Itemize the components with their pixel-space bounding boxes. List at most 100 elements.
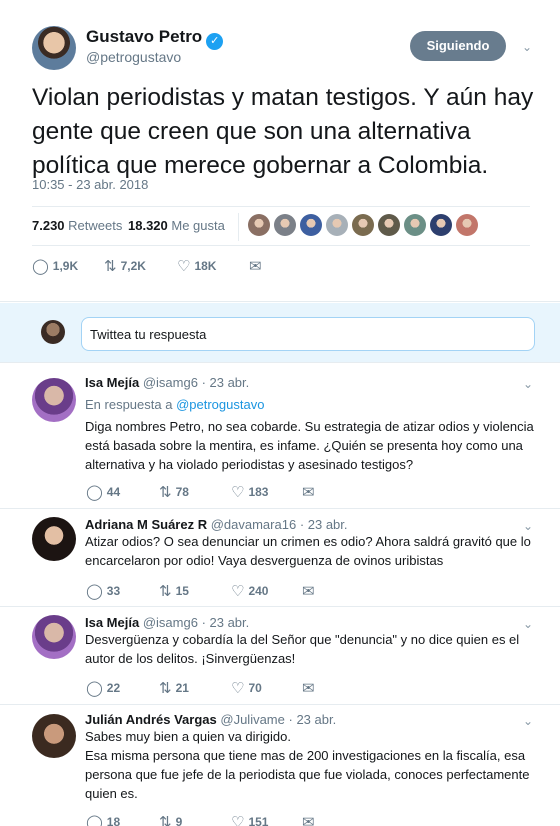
like-button[interactable]: ♡ 183 <box>231 483 268 501</box>
envelope-icon: ✉ <box>249 258 262 275</box>
liker-avatar[interactable] <box>404 214 426 236</box>
author-name-text[interactable]: Gustavo Petro <box>86 27 202 46</box>
avatar[interactable] <box>32 26 76 70</box>
following-button[interactable]: Siguiendo <box>410 31 506 61</box>
reply-text-line: Sabes muy bien a quien va dirigido. <box>85 729 291 744</box>
reply-icon: ◯ <box>86 814 103 826</box>
heart-icon: ♡ <box>231 814 245 826</box>
liker-avatar[interactable] <box>352 214 374 236</box>
retweet-button[interactable]: ⇅ 7,2K <box>104 257 146 275</box>
reply-tweet[interactable]: Adriana M Suárez R @davamara16 · 23 abr.… <box>0 509 560 607</box>
liker-avatar[interactable] <box>430 214 452 236</box>
liker-avatar[interactable] <box>274 214 296 236</box>
dm-button[interactable]: ✉ <box>302 813 319 826</box>
retweet-count: 9 <box>175 815 183 826</box>
reply-text: Diga nombres Petro, no sea cobarde. Su e… <box>85 419 534 472</box>
reply-button[interactable]: ◯ 22 <box>86 679 120 697</box>
reply-context-link[interactable]: @petrogustavo <box>176 397 264 412</box>
reply-header: Isa Mejía @isamg6 · 23 abr. <box>85 375 249 390</box>
like-count: 70 <box>248 681 262 695</box>
like-button[interactable]: ♡ 18K <box>177 257 216 275</box>
dm-button[interactable]: ✉ <box>249 257 266 275</box>
chevron-down-icon[interactable]: ⌄ <box>523 519 533 533</box>
chevron-down-icon[interactable]: ⌄ <box>523 377 533 391</box>
reply-header: Adriana M Suárez R @davamara16 · 23 abr. <box>85 517 348 532</box>
reply-count: 44 <box>106 485 121 499</box>
retweet-icon: ⇅ <box>159 484 172 501</box>
retweet-icon: ⇅ <box>104 258 117 275</box>
reply-icon: ◯ <box>32 258 49 275</box>
retweet-button[interactable]: ⇅ 78 <box>159 483 189 501</box>
like-count: 18K <box>194 259 217 273</box>
liker-avatar[interactable] <box>248 214 270 236</box>
likes-stat[interactable]: 18.320 Me gusta <box>128 218 225 233</box>
reply-button[interactable]: ◯ 1,9K <box>32 257 78 275</box>
retweets-label: Retweets <box>68 218 123 233</box>
reply-text: Sabes muy bien a quien va dirigido. Esa … <box>85 727 535 803</box>
reply-text: Atizar odios? O sea denunciar un crimen … <box>85 534 531 568</box>
reply-author-name[interactable]: Isa Mejía <box>85 375 139 390</box>
reply-timestamp[interactable]: · 23 abr. <box>202 615 250 630</box>
envelope-icon: ✉ <box>302 484 315 501</box>
reply-input[interactable]: Twittea tu respuesta <box>81 317 535 351</box>
liker-avatar[interactable] <box>300 214 322 236</box>
reply-author-handle[interactable]: @Julivame <box>220 712 285 727</box>
retweets-stat[interactable]: 7.230 Retweets <box>32 218 122 233</box>
retweets-count: 7.230 <box>32 218 65 233</box>
liker-avatar[interactable] <box>456 214 478 236</box>
like-count: 183 <box>248 485 269 499</box>
reply-button[interactable]: ◯ 44 <box>86 483 120 501</box>
retweet-button[interactable]: ⇅ 21 <box>159 679 189 697</box>
reply-context-label: En respuesta a <box>85 397 173 412</box>
reply-author-name[interactable]: Adriana M Suárez R <box>85 517 207 532</box>
dm-button[interactable]: ✉ <box>302 483 319 501</box>
envelope-icon: ✉ <box>302 814 315 826</box>
reply-timestamp[interactable]: · 23 abr. <box>289 712 337 727</box>
like-button[interactable]: ♡ 70 <box>231 679 262 697</box>
retweet-button[interactable]: ⇅ 9 <box>159 813 182 826</box>
liker-avatar[interactable] <box>326 214 348 236</box>
avatar[interactable] <box>32 378 76 422</box>
retweet-icon: ⇅ <box>159 583 172 600</box>
author-handle[interactable]: @petrogustavo <box>86 49 181 65</box>
reply-author-handle[interactable]: @isamg6 <box>143 375 198 390</box>
reply-author-handle[interactable]: @isamg6 <box>143 615 198 630</box>
reply-author-handle[interactable]: @davamara16 <box>211 517 296 532</box>
reply-text: Desvergüenza y cobardía la del Señor que… <box>85 632 520 666</box>
retweet-icon: ⇅ <box>159 680 172 697</box>
dm-button[interactable]: ✉ <box>302 582 319 600</box>
reply-count: 18 <box>106 815 121 826</box>
avatar[interactable] <box>32 517 76 561</box>
reply-timestamp[interactable]: · 23 abr. <box>202 375 250 390</box>
reply-context: En respuesta a @petrogustavo <box>85 397 264 412</box>
like-count: 151 <box>248 815 269 826</box>
reply-icon: ◯ <box>86 484 103 501</box>
reply-tweet[interactable]: Isa Mejía @isamg6 · 23 abr. ⌄ Desvergüen… <box>0 607 560 705</box>
avatar[interactable] <box>32 615 76 659</box>
liker-avatar[interactable] <box>378 214 400 236</box>
verified-icon: ✓ <box>206 33 224 50</box>
reply-tweet[interactable]: Isa Mejía @isamg6 · 23 abr. ⌄ En respues… <box>0 364 560 509</box>
like-button[interactable]: ♡ 240 <box>231 582 268 600</box>
heart-icon: ♡ <box>177 258 191 275</box>
reply-button[interactable]: ◯ 33 <box>86 582 120 600</box>
dm-button[interactable]: ✉ <box>302 679 319 697</box>
retweet-button[interactable]: ⇅ 15 <box>159 582 189 600</box>
chevron-down-icon[interactable]: ⌄ <box>522 40 532 54</box>
chevron-down-icon[interactable]: ⌄ <box>523 617 533 631</box>
reply-button[interactable]: ◯ 18 <box>86 813 120 826</box>
reply-tweet[interactable]: Julián Andrés Vargas @Julivame · 23 abr.… <box>0 705 560 826</box>
reply-author-name[interactable]: Julián Andrés Vargas <box>85 712 217 727</box>
like-button[interactable]: ♡ 151 <box>231 813 268 826</box>
heart-icon: ♡ <box>231 583 245 600</box>
author-name[interactable]: Gustavo Petro ✓ <box>86 27 224 50</box>
reply-author-name[interactable]: Isa Mejía <box>85 615 139 630</box>
reply-header: Isa Mejía @isamg6 · 23 abr. <box>85 615 249 630</box>
avatar[interactable] <box>32 714 76 758</box>
retweet-icon: ⇅ <box>159 814 172 826</box>
avatar <box>41 320 65 344</box>
reply-header: Julián Andrés Vargas @Julivame · 23 abr. <box>85 712 336 727</box>
chevron-down-icon[interactable]: ⌄ <box>523 714 533 728</box>
reply-timestamp[interactable]: · 23 abr. <box>300 517 348 532</box>
tweet-timestamp[interactable]: 10:35 - 23 abr. 2018 <box>32 177 148 192</box>
